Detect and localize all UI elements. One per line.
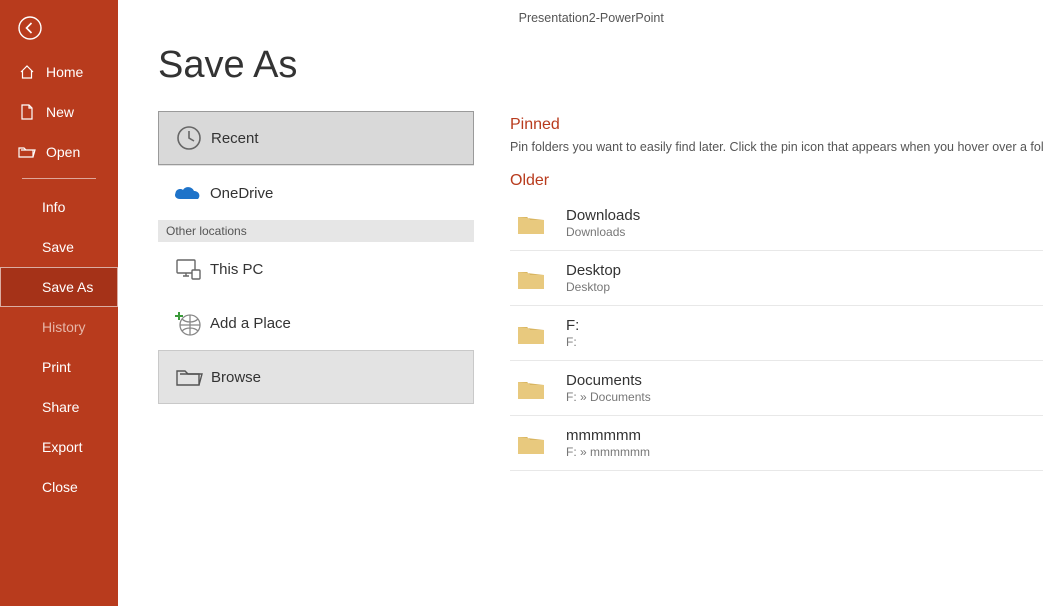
backstage-sidebar: Home New Open Info Save Sav [0,0,118,606]
location-browse-label: Browse [211,369,261,386]
folder-text: F: F: [566,317,579,351]
sidebar-item-save[interactable]: Save [0,227,118,267]
sidebar-label-share: Share [42,399,79,415]
thispc-icon [166,257,210,281]
onedrive-icon [166,183,210,203]
sidebar-item-saveas[interactable]: Save As [0,267,118,307]
sidebar-label-saveas: Save As [42,279,93,295]
sidebar-item-close[interactable]: Close [0,467,118,507]
sidebar-label-save: Save [42,239,74,255]
page-title: Save As [158,44,474,87]
folder-icon [516,322,546,346]
folder-icon [516,432,546,456]
folder-icon [516,212,546,236]
location-onedrive-label: OneDrive [210,185,273,202]
location-browse[interactable]: Browse [158,350,474,404]
open-icon [18,145,36,159]
folder-row[interactable]: Desktop Desktop [510,251,1043,305]
sidebar-label-history: History [42,319,86,335]
pinned-desc: Pin folders you want to easily find late… [510,140,1043,154]
folder-name: Desktop [566,262,621,281]
folder-name: mmmmmm [566,427,650,446]
pinned-title: Pinned [510,116,1043,134]
sidebar-item-open[interactable]: Open [0,132,118,172]
other-locations-header: Other locations [158,220,474,242]
location-recent-label: Recent [211,130,259,147]
new-icon [18,104,36,120]
main-area: Presentation2 - PowerPoint Save As [118,0,1043,606]
sidebar-item-print[interactable]: Print [0,347,118,387]
location-recent[interactable]: Recent [158,111,474,165]
folder-path: F: [566,335,579,350]
folder-sep [510,470,1043,471]
sidebar-label-close: Close [42,479,78,495]
locations-list: Recent OneDrive Other locations [158,111,474,404]
folder-path: F: » mmmmmm [566,445,650,460]
sidebar-label-home: Home [46,64,83,80]
sidebar-item-history: History [0,307,118,347]
sidebar-label-export: Export [42,439,82,455]
back-button[interactable] [16,14,44,42]
locations-column: Save As Recent [118,36,474,606]
folder-name: Documents [566,372,651,391]
sidebar-item-home[interactable]: Home [0,52,118,92]
location-thispc-label: This PC [210,261,263,278]
sidebar-label-open: Open [46,144,80,160]
folder-text: Desktop Desktop [566,262,621,296]
home-icon [18,64,36,80]
folder-row[interactable]: Downloads Downloads [510,196,1043,250]
sidebar-divider [22,178,96,179]
folder-icon [516,267,546,291]
folder-text: mmmmmm F: » mmmmmm [566,427,650,461]
addplace-icon [166,309,210,337]
folder-icon [516,377,546,401]
location-addplace[interactable]: Add a Place [158,296,474,350]
sidebar-label-new: New [46,104,74,120]
older-title: Older [510,172,1043,190]
folder-row[interactable]: Documents F: » Documents [510,361,1043,415]
doc-name: Presentation2 [519,11,596,25]
recent-folders-panel: Pinned Pin folders you want to easily fi… [474,36,1043,606]
titlebar: Presentation2 - PowerPoint [118,0,1043,36]
folder-text: Downloads Downloads [566,207,640,241]
folder-row[interactable]: mmmmmm F: » mmmmmm [510,416,1043,470]
sidebar-label-print: Print [42,359,71,375]
folder-name: F: [566,317,579,336]
sidebar-item-new[interactable]: New [0,92,118,132]
location-thispc[interactable]: This PC [158,242,474,296]
sidebar-item-share[interactable]: Share [0,387,118,427]
folder-path: Downloads [566,225,640,240]
sidebar-item-export[interactable]: Export [0,427,118,467]
content-area: Save As Recent [118,36,1043,606]
folder-row[interactable]: F: F: [510,306,1043,360]
recent-icon [167,124,211,152]
sidebar-item-info[interactable]: Info [0,187,118,227]
app-root: Home New Open Info Save Sav [0,0,1043,606]
browse-icon [167,366,211,388]
location-onedrive[interactable]: OneDrive [158,166,474,220]
folder-text: Documents F: » Documents [566,372,651,406]
sidebar-label-info: Info [42,199,65,215]
folder-path: Desktop [566,280,621,295]
app-name: PowerPoint [600,11,664,25]
folder-path: F: » Documents [566,390,651,405]
folder-name: Downloads [566,207,640,226]
folder-list: Downloads Downloads Desktop Desktop [510,196,1043,471]
location-addplace-label: Add a Place [210,315,291,332]
